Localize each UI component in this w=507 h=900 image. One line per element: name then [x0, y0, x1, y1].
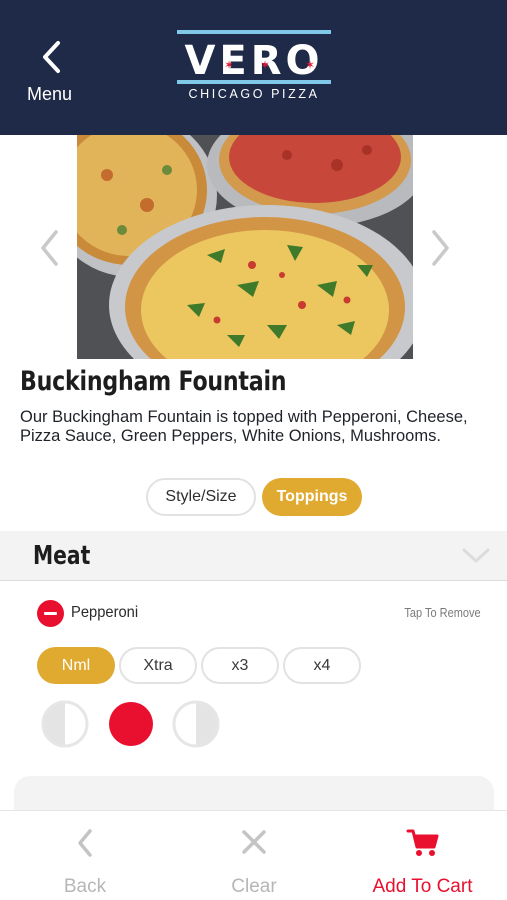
logo-star-icon: ✶: [305, 58, 316, 72]
brand-subtitle: CHICAGO PIZZA: [188, 87, 320, 101]
logo-star-icon: ✶: [224, 58, 235, 72]
amount-option-x3[interactable]: x3: [201, 647, 279, 684]
chevron-left-icon[interactable]: [36, 228, 62, 268]
pizza-image: [77, 135, 413, 359]
add-to-cart-label: Add To Cart: [372, 876, 473, 897]
amount-option-nml[interactable]: Nml: [37, 647, 115, 684]
close-icon: [242, 830, 266, 854]
topping-name: Pepperoni: [71, 604, 139, 621]
topping-row-pepperoni: Pepperoni Tap To Remove: [37, 600, 487, 628]
vero-logo: VERO ✶ ✶ ✶ CHICAGO PIZZA: [175, 30, 333, 110]
amount-option-x4[interactable]: x4: [283, 647, 361, 684]
chevron-right-icon[interactable]: [428, 228, 454, 268]
back-label: Back: [63, 876, 107, 897]
section-header-meat[interactable]: Meat: [0, 531, 507, 581]
left-half-coverage-icon[interactable]: [41, 700, 89, 748]
logo-bottom-stripe: [177, 80, 331, 84]
logo-star-icon: ✶: [260, 58, 271, 72]
amount-option-xtra[interactable]: Xtra: [119, 647, 197, 684]
minus-circle-icon[interactable]: [37, 600, 64, 627]
tap-to-remove-hint: Tap To Remove: [404, 606, 481, 620]
menu-back-button[interactable]: Menu: [22, 40, 84, 110]
menu-back-label: Menu: [27, 84, 73, 104]
product-title: Buckingham Fountain: [20, 366, 287, 397]
back-button[interactable]: Back: [0, 811, 170, 900]
add-to-cart-button[interactable]: Add To Cart: [338, 811, 507, 900]
right-half-coverage-icon[interactable]: [172, 700, 220, 748]
app-header: Menu VERO ✶ ✶ ✶ CHICAGO PIZZA: [0, 0, 507, 135]
clear-label: Clear: [231, 876, 277, 897]
chevron-left-icon: [78, 829, 92, 857]
product-description: Our Buckingham Fountain is topped with P…: [20, 408, 468, 445]
chevron-left-icon: [43, 41, 60, 73]
section-title: Meat: [33, 541, 91, 571]
tab-toppings[interactable]: Toppings: [262, 478, 362, 516]
cart-icon: [406, 829, 438, 856]
whole-coverage-icon[interactable]: [107, 700, 155, 748]
logo-top-stripe: [177, 30, 331, 34]
clear-button[interactable]: Clear: [170, 811, 338, 900]
product-photo: [77, 135, 413, 359]
bottom-action-bar: Back Clear Add To Cart: [0, 810, 507, 900]
chevron-down-icon: [462, 548, 490, 563]
tab-style-size[interactable]: Style/Size: [146, 478, 256, 516]
